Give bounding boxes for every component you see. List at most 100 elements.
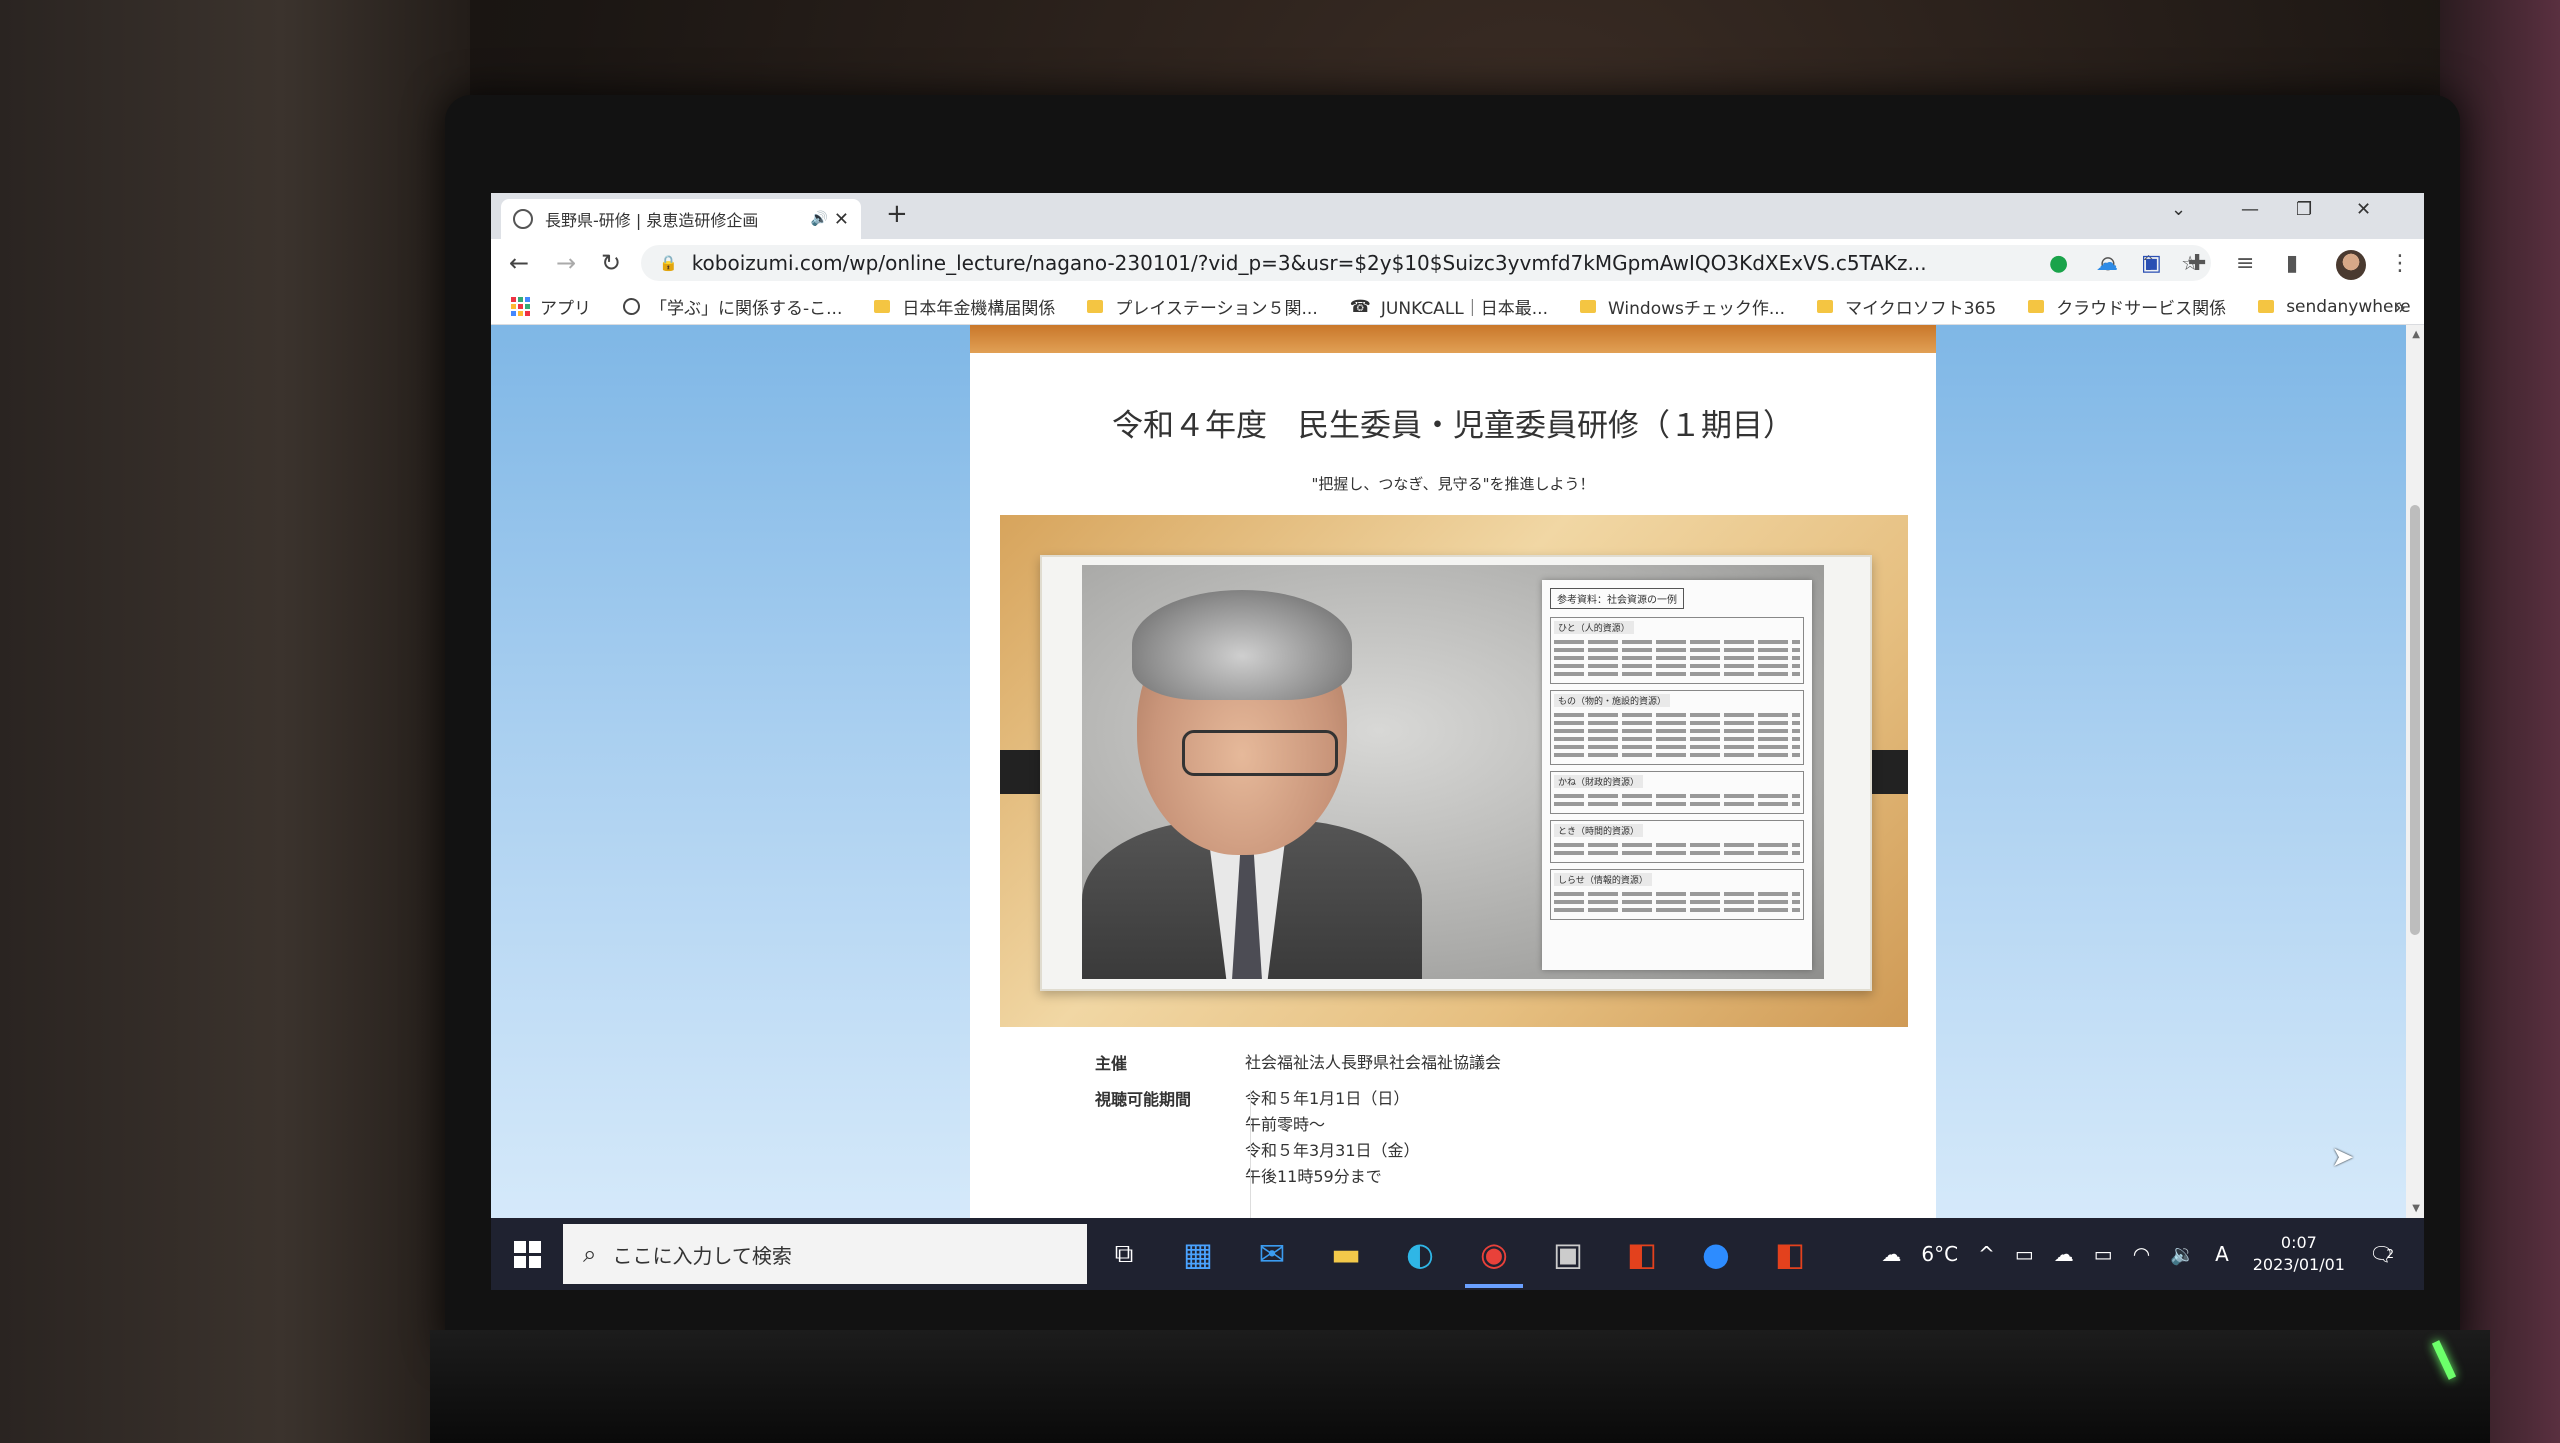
weather-cloud-icon[interactable]: ☁ [1881, 1242, 1901, 1266]
volume-icon[interactable]: 🔉 [2170, 1242, 2195, 1266]
bookmark-label: JUNKCALL｜日本最... [1380, 299, 1548, 319]
weather-temperature[interactable]: 6°C [1921, 1242, 1958, 1266]
browser-toolbar: ← → ↻ 🔒 koboizumi.com/wp/online_lecture/… [491, 239, 2424, 289]
windows-logo-icon [513, 1240, 541, 1268]
reload-icon[interactable]: ↻ [601, 249, 621, 277]
event-info: 主催 社会福祉法人長野県社会福祉協議会 視聴可能期間 令和５年1月1日（日） 午… [970, 1050, 1936, 1218]
info-value: 令和５年1月1日（日） 午前零時～ 令和５年3月31日（金） 午後11時59分ま… [1245, 1086, 1420, 1190]
file-explorer-icon[interactable]: ▬ [1309, 1218, 1383, 1290]
browser-tab[interactable]: 長野県-研修 | 泉恵造研修企画 🔊 ✕ [501, 199, 861, 239]
info-divider [1250, 1090, 1251, 1218]
tab-search-chevron-icon[interactable]: ⌄ [2171, 199, 2186, 220]
lecturer-hair [1132, 590, 1352, 700]
profile-avatar[interactable] [2336, 250, 2366, 280]
folder-icon [874, 300, 891, 313]
period-start-time: 午前零時～ [1245, 1115, 1326, 1134]
back-icon[interactable]: ← [509, 249, 529, 277]
cloud-extension-icon[interactable]: ☁ [2096, 251, 2118, 276]
scroll-down-arrow-icon[interactable]: ▼ [2412, 1203, 2420, 1214]
url-text[interactable]: koboizumi.com/wp/online_lecture/nagano-2… [692, 251, 2088, 275]
bookmark-junkcall[interactable]: ☎ JUNKCALL｜日本最... [1349, 294, 1548, 320]
bookmark-sendanywhere[interactable]: sendanywhere [2258, 297, 2411, 317]
scrollbar[interactable]: ▲ ▼ [2406, 325, 2424, 1218]
period-end-date: 令和５年3月31日（金） [1245, 1141, 1420, 1160]
document-section: もの（物的・施設的資源） [1550, 690, 1804, 765]
onedrive-icon[interactable]: ☁ [2054, 1242, 2074, 1266]
close-window-button[interactable]: ✕ [2356, 199, 2371, 220]
period-end-time: 午後11時59分まで [1245, 1167, 1382, 1186]
period-start-date: 令和５年1月1日（日） [1245, 1089, 1410, 1108]
info-value: 社会福祉法人長野県社会福祉協議会 [1245, 1050, 1501, 1076]
bookmark-apps[interactable]: アプリ [511, 294, 591, 319]
bookmark-label: マイクロソフト365 [1845, 299, 1997, 319]
laptop-screen: 長野県-研修 | 泉恵造研修企画 🔊 ✕ + ⌄ — ❐ ✕ ← → ↻ 🔒 k… [491, 193, 2424, 1290]
clock[interactable]: 0:07 2023/01/01 [2253, 1232, 2345, 1276]
whiteboard: 参考資料：社会資源の一例 ひと（人的資源） もの（物的・施設的資源） かね（財政… [1040, 555, 1872, 991]
scroll-up-arrow-icon[interactable]: ▲ [2412, 329, 2420, 340]
green-extension-icon[interactable]: ● [2049, 251, 2068, 276]
more-bookmarks-icon[interactable]: » [2394, 295, 2406, 319]
forward-icon[interactable]: → [556, 249, 576, 277]
folder-icon [1087, 300, 1104, 313]
bookmark-windows[interactable]: Windowsチェック作... [1579, 294, 1785, 319]
start-button[interactable] [491, 1240, 563, 1268]
close-tab-icon[interactable]: ✕ [834, 209, 849, 230]
document-section-title: かね（財政的資源） [1554, 775, 1644, 788]
lock-icon[interactable]: 🔒 [659, 254, 678, 272]
edge-icon[interactable]: ◐ [1383, 1218, 1457, 1290]
chrome-icon[interactable]: ◉ [1457, 1218, 1531, 1290]
wifi-icon[interactable]: ◠ [2133, 1242, 2150, 1266]
document-section-title: ひと（人的資源） [1554, 621, 1634, 634]
search-placeholder[interactable]: ここに入力して検索 [612, 1240, 791, 1269]
reference-document: 参考資料：社会資源の一例 ひと（人的資源） もの（物的・施設的資源） かね（財政… [1542, 580, 1812, 970]
lecturer-video-frame[interactable]: 参考資料：社会資源の一例 ひと（人的資源） もの（物的・施設的資源） かね（財政… [1082, 565, 1824, 979]
battery-icon[interactable]: ▭ [2094, 1242, 2113, 1266]
bookmark-cloud[interactable]: クラウドサービス関係 [2028, 294, 2226, 319]
restore-button[interactable]: ❐ [2296, 199, 2312, 220]
side-panel-icon[interactable]: ▮ [2286, 251, 2298, 276]
clock-date: 2023/01/01 [2252, 1255, 2345, 1274]
system-tray: ☁ 6°C ^ ▭ ☁ ▭ ◠ 🔉 A 0:07 2023/01/01 🗨 2 [1871, 1218, 2404, 1290]
site-icon: ☎ [1349, 296, 1371, 317]
speaker-icon[interactable]: 🔊 [810, 211, 827, 227]
address-bar[interactable]: 🔒 koboizumi.com/wp/online_lecture/nagano… [641, 245, 2211, 281]
taskbar-search-box[interactable]: ⌕ ここに入力して検索 [563, 1224, 1087, 1284]
menu-kebab-icon[interactable]: ⋮ [2389, 251, 2411, 276]
folder-icon [1579, 300, 1596, 313]
bookmark-label: クラウドサービス関係 [2056, 299, 2227, 319]
mouse-cursor-icon: ➤ [2331, 1140, 2355, 1173]
meet-now-icon[interactable]: ▭ [2015, 1242, 2034, 1266]
folder-icon [2028, 300, 2045, 313]
show-hidden-icons-chevron-icon[interactable]: ^ [1978, 1242, 1995, 1266]
bookmark-microsoft365[interactable]: マイクロソフト365 [1817, 294, 1996, 319]
clock-time: 0:07 [2280, 1233, 2317, 1252]
bookmark-nenkin[interactable]: 日本年金機構届関係 [874, 294, 1055, 319]
document-section: しらせ（情報的資源） [1550, 869, 1804, 920]
bookmark-manabu[interactable]: 「学ぶ」に関係する-こ... [623, 294, 842, 319]
office-365-icon[interactable]: ◧ [1753, 1218, 1827, 1290]
camera-icon[interactable]: ▣ [1531, 1218, 1605, 1290]
minimize-button[interactable]: — [2241, 199, 2259, 220]
page-subtitle: "把握し、つなぎ、見守る"を推進しよう！ [1311, 475, 1595, 493]
apps-icon [511, 297, 530, 316]
info-key: 視聴可能期間 [1095, 1090, 1192, 1109]
translate-extension-icon[interactable]: ▣ [2141, 251, 2162, 276]
office-icon[interactable]: ◧ [1605, 1218, 1679, 1290]
globe-icon [513, 209, 533, 229]
extensions-puzzle-icon[interactable]: ✚ [2188, 251, 2206, 276]
store-icon[interactable]: ▦ [1161, 1218, 1235, 1290]
bookmark-label: プレイステーション５関... [1115, 299, 1318, 319]
scrollbar-thumb[interactable] [2410, 505, 2420, 935]
ime-indicator[interactable]: A [2215, 1242, 2229, 1266]
zoom-icon[interactable]: ● [1679, 1218, 1753, 1290]
media-control-icon[interactable]: ≡ [2236, 251, 2254, 276]
video-player[interactable]: 参考資料：社会資源の一例 ひと（人的資源） もの（物的・施設的資源） かね（財政… [1000, 515, 1908, 1027]
bookmarks-bar: アプリ 「学ぶ」に関係する-こ... 日本年金機構届関係 プレイステーション５関… [491, 289, 2424, 325]
background-room-left [0, 0, 470, 1443]
task-view-icon[interactable]: ⧉ [1087, 1218, 1161, 1290]
tab-title: 長野県-研修 | 泉恵造研修企画 [545, 211, 759, 230]
document-section: とき（時間的資源） [1550, 820, 1804, 863]
new-tab-button[interactable]: + [886, 199, 908, 229]
mail-icon[interactable]: ✉ [1235, 1218, 1309, 1290]
bookmark-playstation[interactable]: プレイステーション５関... [1087, 294, 1318, 319]
